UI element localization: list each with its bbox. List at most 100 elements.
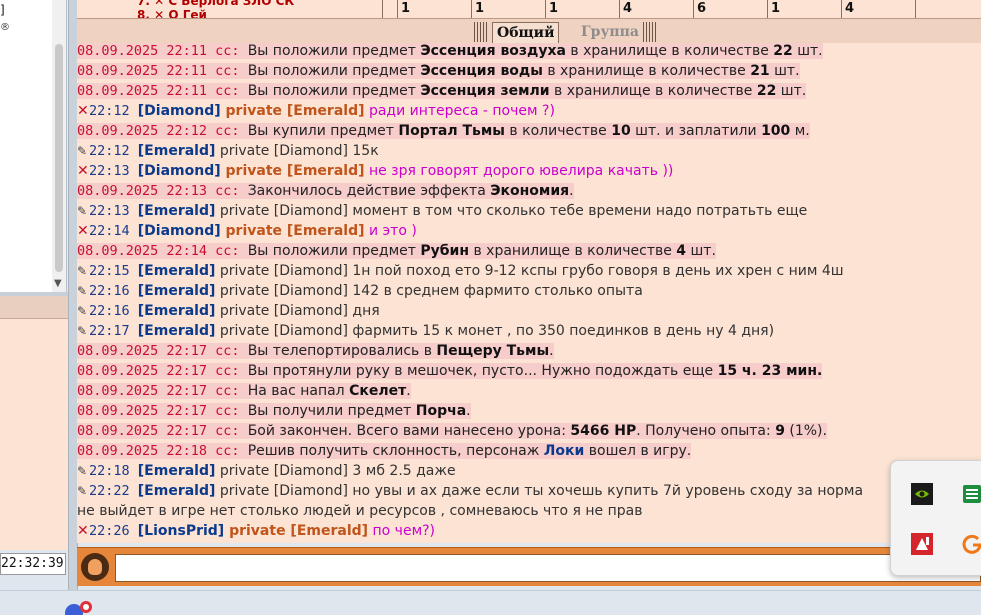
chat-line: 08.09.2025 22:11 cc: Вы положили предмет… <box>77 63 800 83</box>
chat-line: ✎ 22:13 [Emerald] private [Diamond] момен… <box>77 203 807 223</box>
amd-icon[interactable] <box>911 533 933 555</box>
timestamp: 22:16 <box>89 303 138 319</box>
chat-line: ✎ 22:12 [Emerald] private [Diamond] 15к <box>77 143 379 163</box>
speak-icon[interactable] <box>81 553 109 581</box>
system-message: 08.09.2025 22:17 cc: Вы телепортировалис… <box>77 343 554 359</box>
message-text: но увы и ах даже если ты хочешь купить 7… <box>347 483 864 499</box>
clock: 22:32:39 <box>0 553 66 575</box>
tab-group[interactable]: Группа <box>577 22 643 42</box>
number-cell: 1 <box>767 0 780 18</box>
system-tag: cc: <box>215 363 248 379</box>
sheets-icon[interactable] <box>961 483 981 505</box>
system-tag: cc: <box>215 83 248 99</box>
pencil-icon: ✎ <box>77 324 88 338</box>
chat-line: 08.09.2025 22:17 cc: Вы протянули руку в… <box>77 363 823 383</box>
sender-name: [Emerald] <box>137 463 216 479</box>
system-tag: cc: <box>215 443 248 459</box>
timestamp: 08.09.2025 22:18 <box>77 443 216 459</box>
scroll-down-arrow-icon[interactable]: ▼ <box>54 278 62 289</box>
message-text: 3 мб 2.5 даже <box>347 463 456 479</box>
timestamp: 08.09.2025 22:11 <box>77 63 216 79</box>
chat-line: ✎ 22:16 [Emerald] private [Diamond] дня <box>77 303 380 323</box>
message-text: 5466 HP <box>570 423 637 439</box>
g-icon[interactable] <box>961 533 981 555</box>
message-text: Эссенция воды <box>420 63 543 79</box>
sender-name: [Emerald] <box>137 303 216 319</box>
message-text: 142 в среднем фармито столько опыта <box>347 283 643 299</box>
private-recipient: private [Emerald] <box>220 163 365 179</box>
system-tag: cc: <box>215 183 248 199</box>
message-text: по чем?) <box>368 523 436 539</box>
number-columns: 1 1 1 4 6 1 4 <box>382 0 981 18</box>
sender-name: [LionsPrid] <box>137 523 225 539</box>
clan-row[interactable]: 7. ✕ С Берлога ЗЛО СК <box>137 0 294 8</box>
chat-line: ✎ 22:17 [Emerald] private [Diamond] фарми… <box>77 323 774 343</box>
private-recipient: private [Diamond] <box>215 303 348 319</box>
timestamp: 22:17 <box>89 323 138 339</box>
number-cell: 4 <box>619 0 632 18</box>
system-tag: cc: <box>215 423 248 439</box>
message-text: ради интереса - почем ?) <box>364 103 555 119</box>
timestamp: 22:16 <box>89 283 138 299</box>
system-message: 08.09.2025 22:14 cc: Вы положили предмет… <box>77 243 716 259</box>
pencil-icon: ✎ <box>77 204 88 218</box>
message-text: 22 <box>773 43 793 59</box>
message-text: Закончилось действие эффекта <box>247 183 491 199</box>
message-text: шт. <box>776 83 807 99</box>
message-text: Вы купили предмет <box>247 123 399 139</box>
timestamp: 22:13 <box>89 203 138 219</box>
message-text: не выйдет в игре нет столько людей и рес… <box>77 503 643 519</box>
sender-name: [Emerald] <box>137 283 216 299</box>
chat-line: 08.09.2025 22:13 cc: Закончилось действи… <box>77 183 574 203</box>
message-text: 21 <box>750 63 770 79</box>
message-text: не зря говорят дорого ювелира качать )) <box>364 163 674 179</box>
private-recipient: private [Emerald] <box>224 523 369 539</box>
number-cell: 1 <box>397 0 410 18</box>
message-text: м. <box>790 123 810 139</box>
pencil-icon: ✎ <box>77 464 88 478</box>
nvidia-icon[interactable] <box>911 483 933 505</box>
system-message: 08.09.2025 22:11 cc: Вы положили предмет… <box>77 63 800 79</box>
chat-line: 08.09.2025 22:14 cc: Вы положили предмет… <box>77 243 716 263</box>
message-text: Скелет <box>349 383 407 399</box>
chat-log[interactable]: 08.09.2025 22:11 cc: Вы положили предмет… <box>77 43 981 543</box>
left-scrollbar[interactable]: ▼ <box>52 0 66 292</box>
player-name: Локи <box>543 443 585 459</box>
private-recipient: private [Emerald] <box>220 223 365 239</box>
message-text: вошел в игру. <box>584 443 692 459</box>
system-tag: cc: <box>215 403 248 419</box>
sender-name: [Emerald] <box>137 323 216 339</box>
message-text: Бой закончен. Всего вами нанесено урона: <box>247 423 571 439</box>
left-list: ] ® ▼ <box>0 0 67 292</box>
chat-line: 08.09.2025 22:17 cc: Бой закончен. Всего… <box>77 423 827 443</box>
message-text: Вы протянули руку в мешочек, пусто... Ну… <box>247 363 718 379</box>
chat-line: ✎ 22:15 [Emerald] private [Diamond] 1н по… <box>77 263 844 283</box>
chat-line: 08.09.2025 22:11 cc: Вы положили предмет… <box>77 83 807 103</box>
message-text: (1%). <box>784 423 827 439</box>
message-text: Вы телепортировались в <box>247 343 437 359</box>
scroll-thumb[interactable] <box>55 44 63 272</box>
tab-general[interactable]: Общий <box>492 22 560 44</box>
message-text: в количестве <box>504 123 612 139</box>
message-text: 22 <box>756 83 777 99</box>
message-text: 100 <box>761 123 791 139</box>
timestamp: 08.09.2025 22:17 <box>77 363 216 379</box>
clan-list: 7. ✕ С Берлога ЗЛО СК 8. ✕ Ο Гей <box>77 0 382 18</box>
chat-input[interactable] <box>115 554 981 582</box>
message-text: в хранилище в количестве <box>542 63 751 79</box>
timestamp: 08.09.2025 22:17 <box>77 423 216 439</box>
message-text: Вы получили предмет <box>247 403 416 419</box>
number-cell: 1 <box>471 0 484 18</box>
message-text: шт. <box>792 43 823 59</box>
chat-line: ✎ 22:16 [Emerald] private [Diamond] 142 в… <box>77 283 643 303</box>
system-tag: cc: <box>215 343 248 359</box>
tray-popup <box>890 460 981 576</box>
message-text: На вас напал <box>247 383 350 399</box>
message-text: Эссенция земли <box>420 83 550 99</box>
message-text: . <box>466 403 471 419</box>
chat-line: 08.09.2025 22:18 cc: Решив получить скло… <box>77 443 692 463</box>
message-text: Решив получить склонность, персонаж <box>247 443 544 459</box>
pencil-icon: ✎ <box>77 264 88 278</box>
system-message: 08.09.2025 22:17 cc: Бой закончен. Всего… <box>77 423 827 439</box>
clan-row[interactable]: 8. ✕ Ο Гей <box>137 8 207 18</box>
